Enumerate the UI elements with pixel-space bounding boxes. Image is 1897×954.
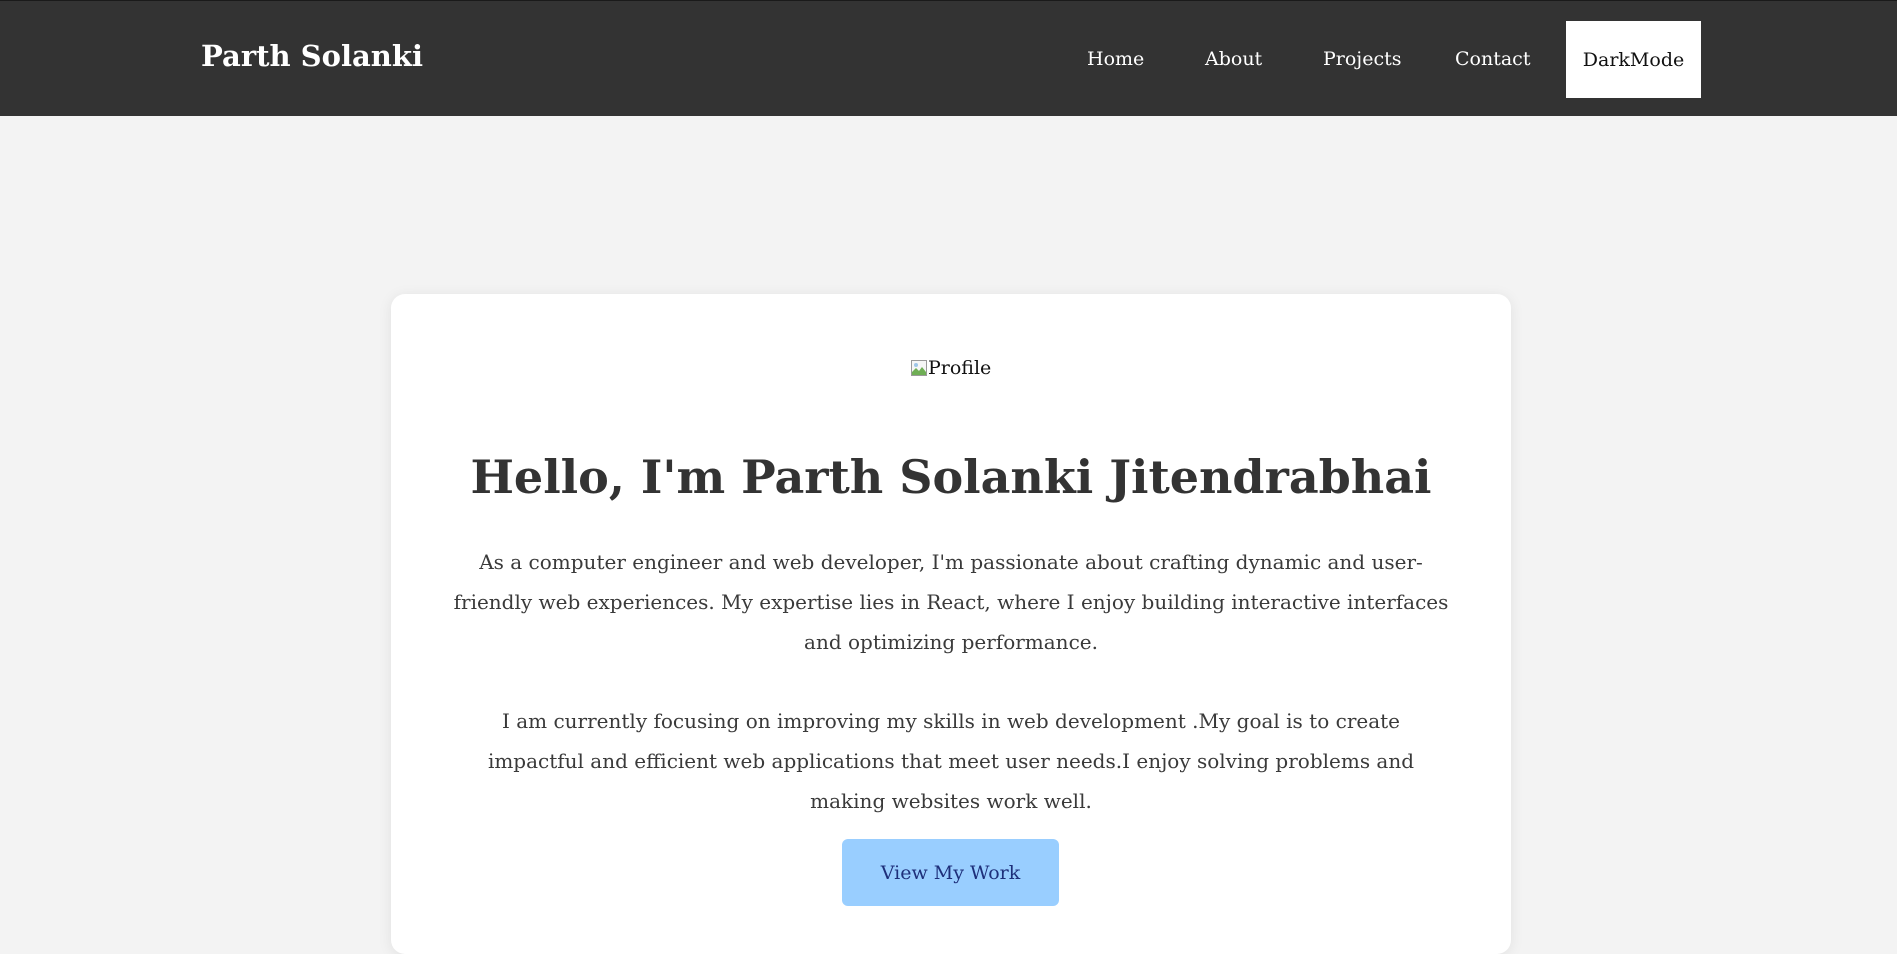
nav-link-projects[interactable]: Projects: [1323, 48, 1401, 70]
profile-alt-text: Profile: [928, 357, 992, 379]
broken-image-icon: [911, 360, 927, 376]
hero-headline: Hello, I'm Parth Solanki Jitendrabhai: [470, 450, 1432, 504]
brand-name[interactable]: Parth Solanki: [201, 39, 423, 73]
focus-paragraph: I am currently focusing on improving my …: [487, 709, 1415, 813]
intro-paragraph: As a computer engineer and web developer…: [453, 550, 1449, 654]
nav-link-about[interactable]: About: [1205, 48, 1262, 70]
nav-link-contact[interactable]: Contact: [1455, 48, 1530, 70]
hero-card: Profile Hello, I'm Parth Solanki Jitendr…: [391, 294, 1511, 954]
nav-link-home[interactable]: Home: [1087, 48, 1144, 70]
profile-image: Profile: [911, 356, 993, 380]
view-my-work-button[interactable]: View My Work: [842, 839, 1059, 906]
dark-mode-button[interactable]: DarkMode: [1566, 21, 1701, 98]
navbar: Parth Solanki Home About Projects Contac…: [0, 0, 1897, 116]
